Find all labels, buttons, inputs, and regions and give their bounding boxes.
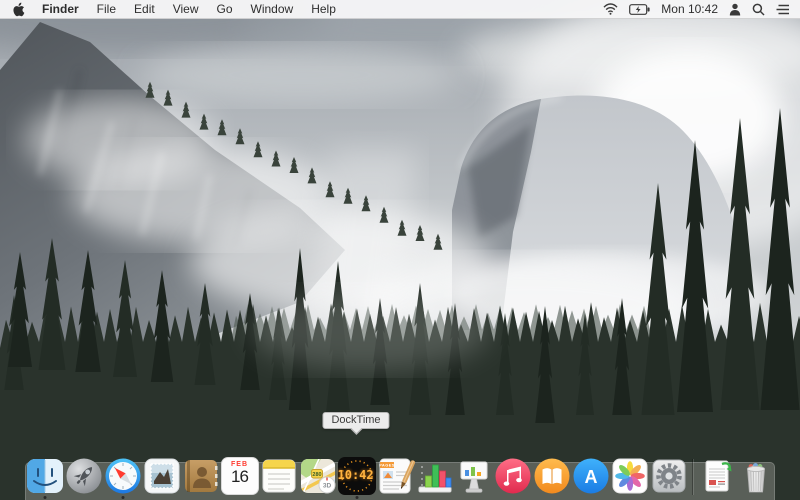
dock-item-finder[interactable] <box>25 455 64 495</box>
running-indicator <box>43 496 46 499</box>
dock-item-maps[interactable]: 280 3D <box>298 455 337 495</box>
menu-item-finder[interactable]: Finder <box>33 0 88 18</box>
maps-3d-badge: 3D <box>322 483 331 490</box>
menu-item-view[interactable]: View <box>164 0 208 18</box>
appstore-icon: A <box>572 457 610 495</box>
running-indicator <box>355 496 358 499</box>
dock-item-itunes[interactable] <box>493 455 532 495</box>
docktime-icon: 10:42 <box>338 457 376 495</box>
wifi-icon[interactable] <box>603 3 618 15</box>
dock-item-safari[interactable] <box>103 455 142 495</box>
appstore-letter: A <box>584 467 597 487</box>
contacts-icon <box>182 457 220 495</box>
keynote-icon <box>455 457 493 495</box>
notification-center-icon[interactable] <box>776 4 790 15</box>
calendar-icon: FEB 16 <box>221 457 259 495</box>
apple-menu[interactable] <box>12 2 33 17</box>
dock-item-ibooks[interactable] <box>532 455 571 495</box>
docktime-clock-display: 10:42 <box>338 468 374 482</box>
dock-item-system-preferences[interactable] <box>649 455 688 495</box>
safari-icon <box>104 457 142 495</box>
dock-item-notes[interactable] <box>259 455 298 495</box>
menu-item-help[interactable]: Help <box>302 0 345 18</box>
dock-item-mail[interactable] <box>142 455 181 495</box>
dock-item-document[interactable] <box>697 455 736 495</box>
dock-item-photos[interactable] <box>610 455 649 495</box>
mail-icon <box>143 457 181 495</box>
document-icon <box>698 457 736 495</box>
system-preferences-icon <box>650 457 688 495</box>
desktop-wallpaper <box>0 0 800 500</box>
menu-item-file[interactable]: File <box>88 0 125 18</box>
dock-item-keynote[interactable] <box>454 455 493 495</box>
dock-item-trash[interactable] <box>736 455 775 495</box>
dock-divider <box>688 457 697 495</box>
spotlight-search-icon[interactable] <box>752 3 765 16</box>
apple-icon <box>12 2 25 17</box>
menu-bar-left: Finder File Edit View Go Window Help <box>0 0 345 18</box>
dock-item-appstore[interactable]: A <box>571 455 610 495</box>
numbers-icon <box>416 457 454 495</box>
dock-item-launchpad[interactable] <box>64 455 103 495</box>
menu-bar-clock[interactable]: Mon 10:42 <box>661 2 718 16</box>
menu-item-go[interactable]: Go <box>208 0 242 18</box>
maps-icon: 280 3D <box>299 457 337 495</box>
dock-icons: FEB 16 280 <box>25 455 775 495</box>
menu-item-edit[interactable]: Edit <box>125 0 164 18</box>
menu-bar-status: Mon 10:42 <box>603 0 800 18</box>
dock-item-numbers[interactable] <box>415 455 454 495</box>
itunes-icon <box>494 457 532 495</box>
photos-icon <box>611 457 649 495</box>
docktime-tooltip: DockTime <box>322 412 389 429</box>
dock-item-docktime[interactable]: 10:42 <box>337 455 376 495</box>
calendar-day: 16 <box>222 468 258 487</box>
ibooks-icon <box>533 457 571 495</box>
battery-charging-icon[interactable] <box>629 4 650 15</box>
dock-item-contacts[interactable] <box>181 455 220 495</box>
notes-icon <box>260 457 298 495</box>
launchpad-icon <box>65 457 103 495</box>
maps-route-badge: 280 <box>312 472 321 478</box>
dock-item-calendar[interactable]: FEB 16 <box>220 455 259 495</box>
running-indicator <box>121 496 124 499</box>
dock-item-pages[interactable]: PAGES <box>376 455 415 495</box>
pages-icon: PAGES <box>377 457 415 495</box>
pages-banner: PAGES <box>379 462 395 467</box>
user-icon[interactable] <box>729 3 741 16</box>
trash-full-icon <box>737 457 775 495</box>
finder-icon <box>26 457 64 495</box>
menu-bar: Finder File Edit View Go Window Help Mon… <box>0 0 800 19</box>
menu-item-window[interactable]: Window <box>242 0 303 18</box>
